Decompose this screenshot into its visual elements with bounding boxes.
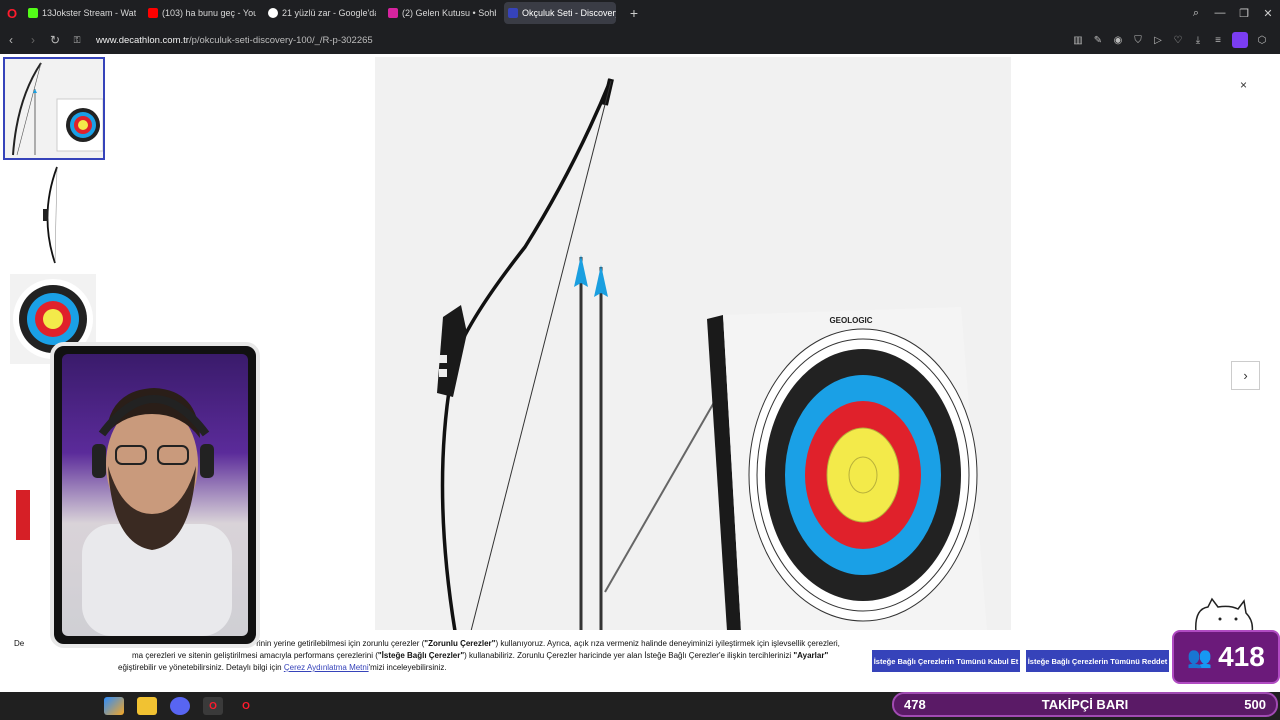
discord-icon[interactable]	[170, 697, 190, 715]
close-gallery-button[interactable]: ×	[1240, 78, 1247, 92]
heart-icon[interactable]: ♡	[1168, 35, 1188, 46]
follower-goal-bar: 478 TAKİPÇİ BARI 500	[892, 692, 1278, 717]
cookie-policy-link[interactable]: Çerez Aydınlatma Metni	[284, 663, 369, 672]
address-bar-row: ‹ › ↻ ⚿ www.decathlon.com.tr/p/okculuk-s…	[0, 26, 1280, 54]
chevron-right-icon: ›	[1243, 368, 1248, 383]
close-window-button[interactable]: ✕	[1256, 7, 1280, 20]
reload-icon[interactable]: ↻	[44, 33, 66, 47]
instagram-icon	[388, 8, 398, 18]
next-image-button[interactable]: ›	[1231, 361, 1260, 390]
play-icon[interactable]: ▷	[1148, 35, 1168, 46]
shield-icon[interactable]: ⛉	[1128, 35, 1148, 46]
cat-mascot-icon	[1182, 597, 1262, 634]
extensions-icon[interactable]: ⬡	[1252, 35, 1272, 46]
opera-gx-icon[interactable]: O	[203, 697, 223, 715]
streamer-webcam-overlay	[50, 342, 260, 648]
users-icon: 👥	[1187, 646, 1213, 669]
sidebar-icon[interactable]: ▥	[1068, 35, 1088, 46]
tab-kick[interactable]: 13Jokster Stream - Watch	[24, 2, 136, 24]
svg-text:GEOLOGIC: GEOLOGIC	[829, 316, 872, 325]
target-brand-label: GEOLOGIC	[829, 316, 872, 325]
browser-tab-bar: O 13Jokster Stream - Watch (103) ha bunu…	[0, 0, 1280, 26]
copilot-icon[interactable]	[104, 697, 124, 715]
google-icon	[268, 8, 278, 18]
product-image	[16, 490, 30, 540]
tab-youtube[interactable]: (103) ha bunu geç - YouTu	[144, 2, 256, 24]
decathlon-icon	[508, 8, 518, 18]
profile-icon[interactable]	[1232, 32, 1248, 48]
back-icon[interactable]: ‹	[0, 33, 22, 47]
download-icon[interactable]: ⤓	[1188, 35, 1208, 46]
kick-icon	[28, 8, 38, 18]
accept-optional-cookies-button[interactable]: İsteğe Bağlı Çerezlerin Tümünü Kabul Et	[872, 650, 1020, 672]
gallery-thumbnail-2[interactable]	[3, 165, 105, 268]
camera-icon[interactable]: ◉	[1108, 35, 1128, 46]
forward-icon[interactable]: ›	[22, 33, 44, 47]
tab-instagram[interactable]: (2) Gelen Kutusu • Sohbet	[384, 2, 496, 24]
viewer-count-badge: 👥 418	[1172, 630, 1280, 684]
search-tabs-icon[interactable]: ⌕	[1184, 7, 1208, 20]
menu-icon[interactable]: ≡	[1208, 35, 1228, 46]
tab-decathlon[interactable]: Okçuluk Seti - Discovery	[504, 2, 616, 24]
gallery-thumbnail-1[interactable]	[3, 57, 105, 160]
reject-optional-cookies-button[interactable]: İsteğe Bağlı Çerezlerin Tümünü Reddet	[1026, 650, 1169, 672]
gallery-thumbnail-4[interactable]	[10, 476, 40, 586]
tab-google[interactable]: 21 yüzlü zar - Google'da A	[264, 2, 376, 24]
youtube-icon	[148, 8, 158, 18]
new-tab-button[interactable]: +	[624, 5, 644, 21]
file-explorer-icon[interactable]	[137, 697, 157, 715]
url-field[interactable]: www.decathlon.com.tr/p/okculuk-seti-disc…	[96, 35, 373, 46]
lock-icon[interactable]: ⚿	[66, 35, 88, 46]
webcam-feed	[62, 354, 248, 636]
restore-button[interactable]: ❐	[1232, 7, 1256, 20]
opera-menu-icon[interactable]: O	[0, 0, 24, 26]
edit-icon[interactable]: ✎	[1088, 35, 1108, 46]
minimize-button[interactable]: —	[1208, 7, 1232, 19]
main-product-image: GEOLOGIC	[375, 57, 1011, 631]
opera-icon[interactable]: O	[236, 697, 256, 715]
